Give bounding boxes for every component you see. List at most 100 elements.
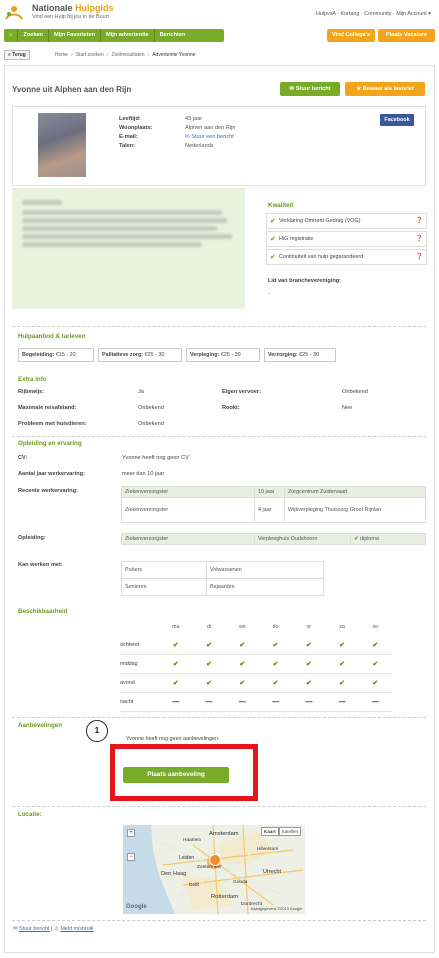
location-map[interactable]: + − Kaart Satelliet Amsterdam Leiden Den… — [123, 825, 305, 914]
facebook-button[interactable]: Facebook — [380, 114, 414, 126]
werkervaring-jaren-label: Aantal jaar werkervaring: — [18, 471, 85, 477]
satelliet-button[interactable]: Satelliet — [278, 827, 301, 836]
day-header: wo — [238, 624, 246, 630]
nav-berichten[interactable]: Berichten — [155, 29, 191, 42]
check-icon: ✔ — [339, 642, 346, 649]
opleiding-title: Opleiding en ervaring — [18, 440, 82, 447]
nav-mijn-advertentie[interactable]: Mijn advertentie — [101, 29, 155, 42]
help-icon[interactable]: ❓ — [416, 250, 423, 265]
plaats-aanbeveling-button[interactable]: Plaats aanbeveling — [123, 767, 229, 783]
check-icon: ✔ — [172, 661, 179, 668]
availability-row: avond ✔ ✔ ✔ ✔ ✔ ✔ ✔ — [120, 674, 392, 693]
day-header: vr — [306, 624, 311, 630]
profile-photo — [38, 113, 86, 177]
main-nav: ⌂ Zoeken Mijn Favorieten Mijn advertenti… — [4, 29, 224, 42]
map-data-credit: Kaartgegevens ©2013 Google — [250, 907, 302, 911]
footer-separator: | — [51, 926, 53, 932]
lid-label: Lid van branchevereniging: — [268, 278, 342, 284]
tarief-verzorging: Verzorging: €25 - 30 — [264, 348, 336, 362]
day-header: do — [272, 624, 279, 630]
google-logo: Google — [126, 904, 147, 910]
day-header: ma — [172, 624, 180, 630]
extra-info-title: Extra info — [18, 376, 47, 383]
tarief-verpleging: Verpleging: €25 - 30 — [186, 348, 260, 362]
map-label: Gouda — [233, 880, 248, 885]
description-box — [12, 188, 245, 309]
map-label: Haarlem — [183, 838, 202, 843]
footer-meld-misbruik[interactable]: Meld misbruik — [60, 926, 93, 932]
crumb-zoekresultaten[interactable]: Zoekresultaten — [111, 52, 144, 58]
table-row: Senioren Bejaarden — [121, 578, 324, 596]
dash-icon: — — [238, 698, 246, 706]
brand-name[interactable]: Nationale Hulpgids — [32, 3, 114, 13]
logo-icon[interactable] — [4, 3, 24, 23]
map-label: Den Haag — [161, 871, 187, 877]
woonplaats-value: Alphen aan den Rijn — [185, 125, 236, 131]
part-of-day-label: middag — [120, 661, 138, 667]
map-type-control: Kaart Satelliet — [260, 827, 301, 836]
tarief-palliatieve: Palliatieve zorg: €25 - 30 — [98, 348, 182, 362]
map-label: Amsterdam — [209, 831, 239, 837]
leeftijd-label: Leeftijd: — [119, 116, 141, 122]
stuur-bericht-button[interactable]: ✉ Stuur bericht — [280, 82, 340, 96]
email-link[interactable]: ✉ Stuur een bericht — [185, 134, 234, 143]
mail-icon: ✉ — [13, 926, 18, 932]
zoom-out-button[interactable]: − — [127, 853, 135, 861]
crumb-home[interactable]: Home — [55, 52, 68, 58]
table-row: Ziekenverzorgster 4 jaar Wijkverpleging Th… — [121, 497, 426, 523]
nav-zoeken[interactable]: Zoeken — [18, 29, 49, 42]
map-label: Leiden — [179, 855, 195, 861]
cv-value: Yvonne heeft nog geen CV — [122, 455, 189, 461]
table-row: Pubers Volwassenen — [121, 561, 324, 579]
profile-fields: Leeftijd: 43 jaar Woonplaats: Alphen aan d… — [119, 116, 235, 152]
day-header: di — [207, 624, 212, 630]
dash-icon: — — [172, 698, 180, 706]
kaart-button[interactable]: Kaart — [260, 827, 279, 836]
check-icon: ✔ — [206, 642, 212, 649]
back-button[interactable]: « Terug — [4, 50, 30, 60]
aanbevelingen-text: Yvonne heeft nog geen aanbevelingen. — [126, 736, 220, 742]
bewaar-favoriet-button[interactable]: ★ Bewaar als favoriet — [345, 82, 425, 96]
crumb-start-zoeken[interactable]: Start zoeken — [76, 52, 104, 58]
tarieven-title: Hulpaanbod & tarieven — [18, 333, 86, 340]
check-icon: ✔ — [172, 680, 179, 687]
footer-stuur-bericht[interactable]: Stuur bericht — [19, 926, 50, 932]
check-icon: ✔ — [305, 661, 312, 668]
beschikbaarheid-grid: ma di wo do vr za zo ochtend ✔ ✔ ✔ ✔ ✔ ✔ ✔ middag ✔ ✔ ✔ ✔ ✔ ✔… — [120, 624, 392, 712]
check-icon: ✔ — [206, 661, 212, 668]
location-marker-icon[interactable] — [209, 854, 221, 866]
check-icon: ✔ — [172, 642, 179, 649]
nav-favorieten[interactable]: Mijn Favorieten — [49, 29, 102, 42]
kwaliteit-item: ✔ Continuïteit van hulp gegarandeerd ❓ — [266, 249, 427, 265]
home-icon[interactable]: ⌂ — [4, 29, 19, 42]
aanbevelingen-title: Aanbevelingen — [18, 722, 63, 729]
check-icon: ✔ — [372, 642, 379, 649]
top-links[interactable]: HulpvsA · Kortang · Community · Mijn Acc… — [316, 11, 431, 17]
check-icon: ✔ — [239, 680, 246, 687]
zoom-in-button[interactable]: + — [127, 829, 135, 837]
werkervaring-jaren-value: meer dan 10 jaar — [122, 471, 165, 477]
tarief-begeleiding: Begeleiding: €15 - 20 — [18, 348, 94, 362]
footer-links: ✉ Stuur bericht | ⚠ Meld misbruik — [13, 926, 94, 932]
page-title: Yvonne uit Alphen aan den Rijn — [12, 85, 132, 94]
leeftijd-value: 43 jaar — [185, 116, 203, 122]
step-marker: 1 — [86, 720, 108, 742]
woonplaats-label: Woonplaats: — [119, 125, 153, 131]
help-icon[interactable]: ❓ — [416, 214, 423, 229]
map-label: Rotterdam — [211, 894, 239, 900]
kwaliteit-item: ✔ Verklaring Omtrent Gedrag (VOG) ❓ — [266, 213, 427, 229]
day-header: zo — [372, 624, 379, 630]
map-label: Zoetermeer — [197, 865, 222, 870]
availability-row: middag ✔ ✔ ✔ ✔ ✔ ✔ ✔ — [120, 655, 392, 674]
map-label: Utrecht — [263, 869, 282, 875]
check-icon: ✔ — [339, 661, 346, 668]
header: Nationale Hulpgids Vind een Hulp bij jou… — [0, 0, 439, 26]
help-icon[interactable]: ❓ — [416, 232, 423, 247]
dash-icon: — — [371, 698, 379, 706]
part-of-day-label: nacht — [120, 699, 134, 705]
kwaliteit-title: Kwaliteit — [268, 202, 294, 209]
check-icon: ✔ — [372, 680, 379, 687]
email-label: E-mail: — [119, 134, 138, 140]
vind-collegas-button[interactable]: Vind Collega's — [327, 29, 375, 42]
plaats-vacature-button[interactable]: Plaats Vacature — [378, 29, 435, 42]
